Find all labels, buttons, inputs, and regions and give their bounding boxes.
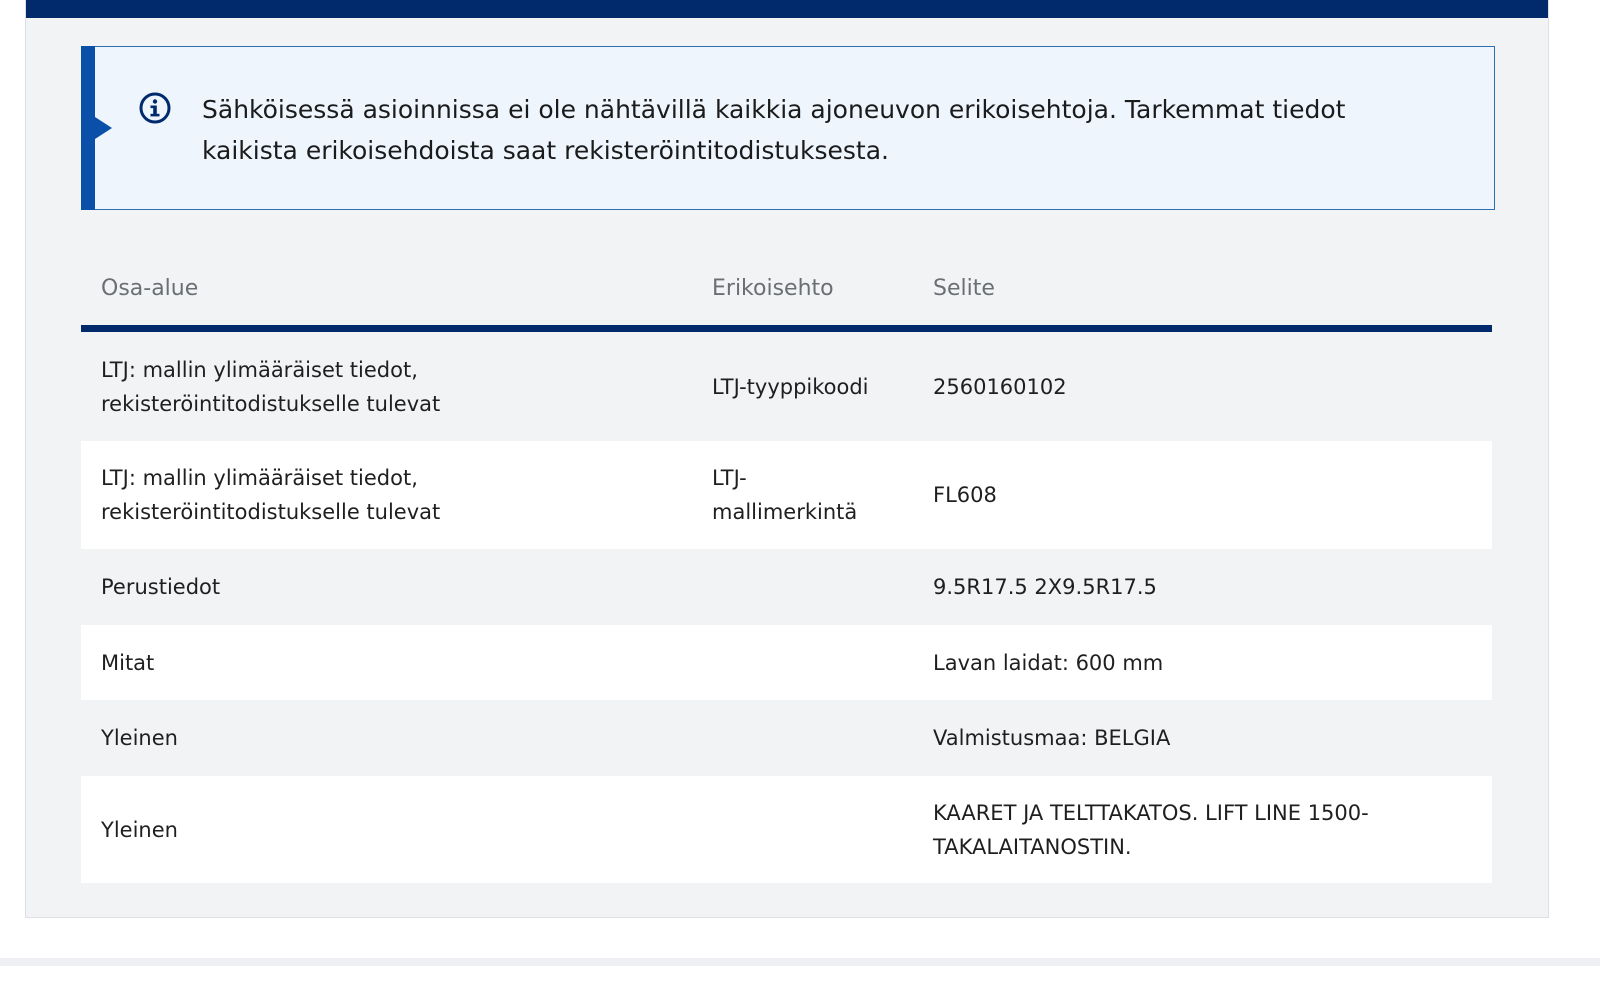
column-header-description: Selite [933,276,995,301]
cell-area: LTJ: mallin ylimääräiset tiedot, rekiste… [101,357,441,416]
cell-area: Yleinen [101,726,178,750]
cell-condition [712,776,902,883]
column-header-area: Osa-alue [101,276,199,301]
cell-description: Valmistusmaa: BELGIA [933,726,1171,750]
cell-area: Yleinen [101,817,178,842]
table-row: Yleinen KAARET JA TELTTAKATOS. LIFT LINE… [81,776,1492,883]
cell-description: 2560160102 [933,374,1067,399]
cell-description: 9.5R17.5 2X9.5R17.5 [933,575,1157,599]
table-row: LTJ: mallin ylimääräiset tiedot, rekiste… [81,441,1492,549]
cell-area: Mitat [101,650,155,675]
info-notice: Sähköisessä asioinnissa ei ole nähtävill… [81,46,1495,210]
cell-condition [712,625,902,700]
special-conditions-panel: Sähköisessä asioinnissa ei ole nähtävill… [25,0,1549,918]
cell-description: KAARET JA TELTTAKATOS. LIFT LINE 1500-TA… [933,800,1369,859]
cell-condition [712,700,902,776]
table-header: Osa-alue Erikoisehto Selite [81,250,1492,332]
notice-accent-arrow [95,117,112,139]
cell-condition [712,549,902,625]
special-conditions-table: Osa-alue Erikoisehto Selite LTJ: mallin … [81,250,1492,883]
cell-condition: LTJ-tyyppikoodi [712,374,869,399]
cell-area: Perustiedot [101,575,221,599]
notice-text: Sähköisessä asioinnissa ei ole nähtävill… [202,95,1346,165]
info-icon [139,92,171,124]
cell-description: Lavan laidat: 600 mm [933,650,1164,675]
notice-accent-bar [81,46,95,210]
table-row: Perustiedot 9.5R17.5 2X9.5R17.5 [81,549,1492,625]
cell-condition: LTJ-mallimerkintä [712,466,858,524]
panel-top-bar [26,0,1548,18]
table-row: Mitat Lavan laidat: 600 mm [81,625,1492,700]
table-row: Yleinen Valmistusmaa: BELGIA [81,700,1492,776]
page-divider [0,958,1600,966]
column-header-condition: Erikoisehto [712,276,834,301]
cell-description: FL608 [933,483,997,507]
cell-area: LTJ: mallin ylimääräiset tiedot, rekiste… [101,466,441,524]
table-row: LTJ: mallin ylimääräiset tiedot, rekiste… [81,332,1492,441]
